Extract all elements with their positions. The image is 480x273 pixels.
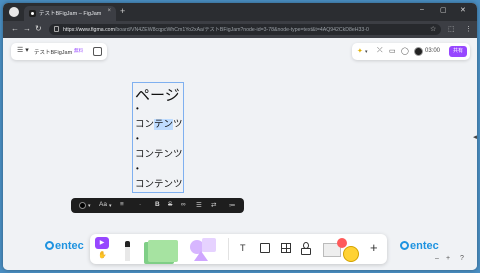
stamp-tool-icon[interactable] bbox=[301, 242, 311, 255]
bullet-marker: • bbox=[136, 104, 139, 113]
marker-tool[interactable] bbox=[125, 241, 130, 261]
share-button[interactable]: 共有 bbox=[449, 46, 467, 57]
timer[interactable]: 03:00 bbox=[425, 48, 440, 54]
table-tool-icon[interactable] bbox=[281, 243, 291, 253]
link-icon[interactable]: ∞ bbox=[181, 201, 186, 208]
more-dot-icon[interactable]: · bbox=[139, 201, 141, 208]
creation-toolbar: ▶ ✋ T + bbox=[90, 234, 387, 264]
zoom-out-button[interactable]: – bbox=[435, 255, 439, 262]
tab-title: テストBFigJam – FigJam bbox=[39, 11, 102, 17]
browser-window: テストBFigJam – FigJam × + – ▢ ✕ ← → ↻ http… bbox=[3, 3, 477, 270]
back-button[interactable]: ← bbox=[11, 24, 19, 33]
browser-menu-icon[interactable]: ⋮ bbox=[465, 25, 472, 33]
entec-logo-right: entec bbox=[400, 240, 439, 252]
text-tool-button[interactable]: T bbox=[240, 243, 246, 253]
text-format-toolbar: ▾ Aa ▾ ≡ · B S ∞ ☰ ⇄ ≔ bbox=[71, 198, 244, 213]
url-text: https://www.figma.com/board/VN4ZEW8cqpcW… bbox=[63, 27, 369, 33]
close-tab-icon[interactable]: × bbox=[107, 8, 111, 14]
pointer-off-icon[interactable]: ⤫ bbox=[377, 47, 383, 55]
list-item[interactable]: コンテンツ bbox=[135, 176, 183, 190]
list-item[interactable]: コンテンツ bbox=[135, 146, 183, 160]
tab-figjam[interactable]: テストBFigJam – FigJam × bbox=[24, 6, 116, 21]
entec-logo-left: entec bbox=[45, 240, 84, 252]
page-heading[interactable]: ページ bbox=[135, 84, 180, 105]
numbered-list-icon[interactable]: ≔ bbox=[229, 201, 236, 209]
panel-toggle-icon[interactable] bbox=[93, 47, 102, 56]
browser-profile-icon[interactable] bbox=[9, 7, 19, 17]
figjam-favicon-icon bbox=[29, 10, 36, 17]
reload-button[interactable]: ↻ bbox=[35, 24, 42, 33]
panel-resize-handle[interactable]: ◂▸ bbox=[473, 133, 477, 141]
share-node-icon[interactable]: ⇄ bbox=[211, 201, 216, 209]
plan-badge: 無料 bbox=[74, 48, 83, 53]
avatar[interactable] bbox=[414, 47, 423, 56]
font-size-button[interactable]: Aa bbox=[99, 201, 107, 208]
hand-tool-icon[interactable]: ✋ bbox=[98, 251, 107, 259]
widgets-tool[interactable] bbox=[322, 237, 366, 263]
bookmark-star-icon[interactable]: ☆ bbox=[430, 25, 436, 33]
header-actions-panel: ✦ ▾ ⤫ ▭ ◯ 03:00 共有 bbox=[352, 43, 470, 60]
bullet-marker: • bbox=[136, 164, 139, 173]
list-item[interactable]: コンテンツ bbox=[135, 116, 183, 130]
triangle-shape-icon bbox=[194, 251, 208, 261]
forward-button[interactable]: → bbox=[23, 24, 31, 33]
divider bbox=[228, 238, 229, 260]
emoji-face-icon bbox=[343, 246, 359, 262]
minimize-button[interactable]: – bbox=[420, 6, 424, 13]
text-object[interactable]: ページ • コンテンツ • コンテンツ • コンテンツ bbox=[132, 82, 184, 193]
sticky-note-tool[interactable] bbox=[148, 240, 178, 262]
shapes-tool[interactable] bbox=[188, 238, 220, 262]
close-window-button[interactable]: ✕ bbox=[460, 6, 466, 14]
file-name[interactable]: テストBFigJam bbox=[34, 48, 72, 56]
ai-sparkle-icon[interactable]: ✦ bbox=[357, 47, 363, 55]
main-menu-button[interactable]: ☰ ▾ bbox=[17, 46, 29, 54]
figjam-canvas[interactable]: ☰ ▾ テストBFigJam 無料 ✦ ▾ ⤫ ▭ ◯ 03:00 共有 ページ… bbox=[3, 38, 477, 270]
zoom-in-button[interactable]: + bbox=[446, 255, 450, 262]
bold-button[interactable]: B bbox=[155, 201, 160, 208]
site-info-icon[interactable] bbox=[54, 26, 59, 32]
maximize-button[interactable]: ▢ bbox=[440, 6, 447, 14]
browser-toolbar: ← → ↻ https://www.figma.com/board/VN4ZEW… bbox=[3, 21, 477, 38]
new-tab-button[interactable]: + bbox=[120, 6, 125, 16]
section-tool-icon[interactable] bbox=[260, 243, 270, 253]
library-icon[interactable]: ▭ bbox=[389, 47, 396, 55]
move-tool-button[interactable]: ▶ bbox=[95, 237, 109, 249]
comment-icon[interactable]: ◯ bbox=[401, 47, 409, 55]
bullet-marker: • bbox=[136, 134, 139, 143]
strikethrough-button[interactable]: S bbox=[168, 201, 172, 208]
tab-bar: テストBFigJam – FigJam × + – ▢ ✕ bbox=[3, 3, 477, 21]
chevron-down-icon[interactable]: ▾ bbox=[88, 203, 91, 209]
file-panel: ☰ ▾ テストBFigJam 無料 bbox=[11, 43, 107, 60]
text-color-swatch[interactable] bbox=[79, 202, 86, 209]
square-shape-icon bbox=[202, 238, 216, 252]
extensions-icon[interactable]: ⬚ bbox=[448, 25, 455, 33]
align-icon[interactable]: ≡ bbox=[120, 201, 124, 208]
more-tools-button[interactable]: + bbox=[370, 240, 378, 255]
selected-text: テン bbox=[154, 119, 174, 130]
address-bar[interactable]: https://www.figma.com/board/VN4ZEW8cqpcW… bbox=[49, 24, 441, 35]
chevron-down-icon[interactable]: ▾ bbox=[109, 203, 112, 209]
chevron-down-icon[interactable]: ▾ bbox=[365, 49, 368, 55]
bulleted-list-icon[interactable]: ☰ bbox=[196, 201, 202, 209]
help-button[interactable]: ? bbox=[460, 255, 464, 262]
